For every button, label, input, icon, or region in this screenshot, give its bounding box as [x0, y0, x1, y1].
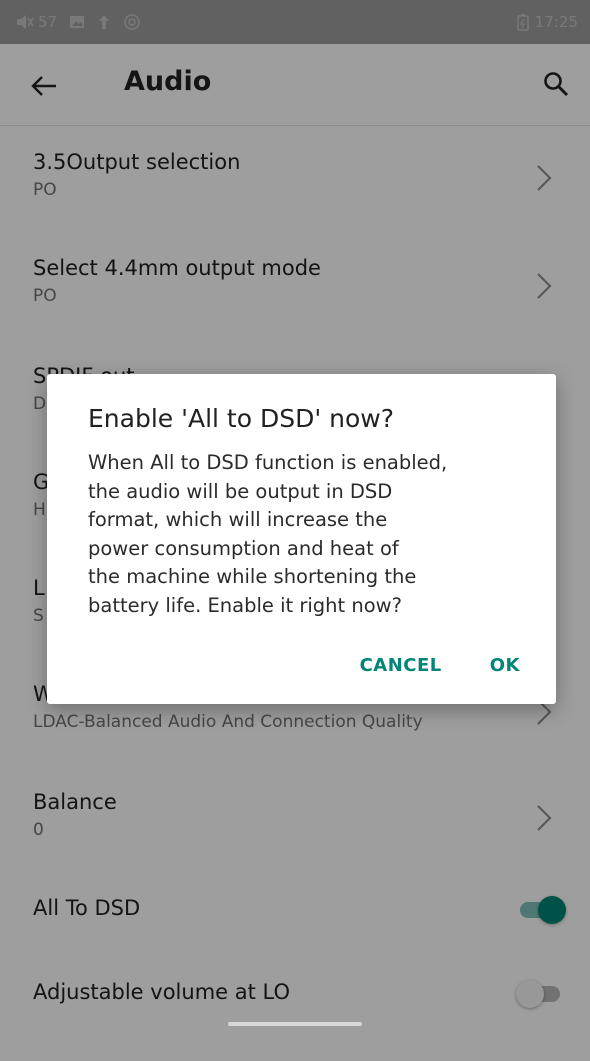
dialog-message-line: format, which will increase the [88, 508, 388, 531]
ok-button[interactable]: OK [476, 651, 534, 680]
cancel-button[interactable]: CANCEL [346, 651, 456, 680]
dialog-message: When All to DSD function is enabled, the… [88, 449, 526, 620]
confirm-dialog: Enable 'All to DSD' now? When All to DSD… [47, 374, 556, 704]
dialog-actions: CANCEL OK [346, 651, 534, 680]
dialog-message-line: the machine while shortening the [88, 565, 417, 588]
gesture-nav-handle[interactable] [228, 1022, 362, 1026]
dialog-message-line: When All to DSD function is enabled, [88, 451, 448, 474]
dialog-message-line: the audio will be output in DSD [88, 479, 393, 503]
dialog-message-line: battery life. Enable it right now? [88, 593, 402, 617]
dialog-title: Enable 'All to DSD' now? [88, 404, 395, 433]
dialog-message-line: power consumption and heat of [88, 536, 399, 560]
